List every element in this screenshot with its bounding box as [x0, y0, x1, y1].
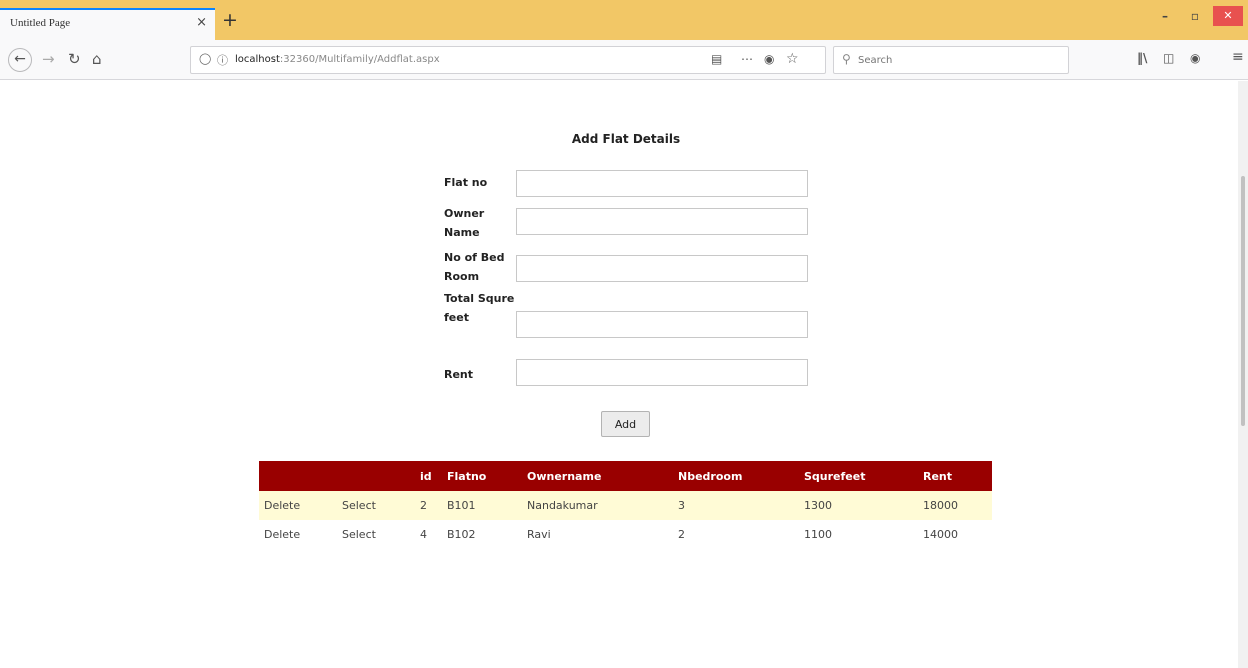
search-input[interactable] [858, 51, 1058, 69]
minimize-icon[interactable]: – [1155, 6, 1175, 26]
select-link-cell: Select [337, 520, 415, 549]
page-content: Add Flat Details Flat no Owner Name No o… [0, 81, 1238, 668]
star-icon[interactable]: ☆ [786, 51, 799, 67]
column-header-squrefeet: Squrefeet [799, 461, 918, 491]
reader-icon[interactable]: ▤ [711, 52, 722, 66]
url-host: localhost [235, 54, 280, 65]
owner-name-label: Owner Name [444, 207, 485, 239]
nbedroom-cell: 2 [673, 520, 799, 549]
select-link-cell: Select [337, 491, 415, 520]
account-icon[interactable]: ◉ [1190, 51, 1200, 65]
flatno-cell: B101 [442, 491, 522, 520]
close-tab-icon[interactable]: × [196, 15, 207, 30]
square-feet-input[interactable] [516, 311, 808, 338]
rent-cell: 14000 [918, 520, 992, 549]
more-icon[interactable]: ⋯ [741, 52, 753, 66]
browser-titlebar: Untitled Page × + – ▫ ✕ [0, 0, 1248, 40]
bedroom-label: No of Bed Room [444, 251, 505, 283]
flatno-cell: B102 [442, 520, 522, 549]
table-header-row: id Flatno Ownername Nbedroom Squrefeet R… [259, 461, 992, 491]
home-icon[interactable]: ⌂ [92, 50, 102, 68]
column-header-select [337, 461, 415, 491]
rent-input[interactable] [516, 359, 808, 386]
library-icon[interactable]: ‖\ [1137, 51, 1147, 65]
ownername-cell: Ravi [522, 520, 673, 549]
scrollbar-thumb[interactable] [1241, 176, 1245, 426]
browser-navbar: ← → ↻ ⌂ ◯ ⓘ localhost:32360/Multifamily/… [0, 40, 1248, 80]
id-cell: 2 [415, 491, 442, 520]
squrefeet-cell: 1300 [799, 491, 918, 520]
shield-icon[interactable]: ◯ [199, 52, 211, 65]
rent-label: Rent [444, 368, 474, 381]
close-window-icon[interactable]: ✕ [1213, 6, 1243, 26]
select-link[interactable]: Select [342, 528, 376, 541]
id-cell: 4 [415, 520, 442, 549]
flat-no-label: Flat no [444, 176, 488, 189]
search-bar[interactable]: ⚲ [833, 46, 1069, 74]
column-header-flatno: Flatno [442, 461, 522, 491]
rent-cell: 18000 [918, 491, 992, 520]
new-tab-icon[interactable]: + [222, 11, 238, 30]
delete-link[interactable]: Delete [264, 499, 300, 512]
url-text[interactable]: localhost:32360/Multifamily/Addflat.aspx [235, 54, 440, 65]
column-header-delete [259, 461, 337, 491]
table-row: Delete Select 2 B101 Nandakumar 3 1300 1… [259, 491, 992, 520]
square-feet-label: Total Squre feet [444, 292, 515, 324]
column-header-ownername: Ownername [522, 461, 673, 491]
column-header-rent: Rent [918, 461, 992, 491]
ownername-cell: Nandakumar [522, 491, 673, 520]
url-bar[interactable]: ◯ ⓘ localhost:32360/Multifamily/Addflat.… [190, 46, 826, 74]
info-icon[interactable]: ⓘ [217, 52, 228, 68]
reload-icon[interactable]: ↻ [68, 50, 81, 68]
delete-link-cell: Delete [259, 520, 337, 549]
page-title: Add Flat Details [571, 132, 681, 146]
add-button[interactable]: Add [601, 411, 650, 437]
flat-no-input[interactable] [516, 170, 808, 197]
browser-tab[interactable]: Untitled Page × [0, 8, 215, 40]
url-path: :32360/Multifamily/Addflat.aspx [279, 54, 440, 65]
forward-icon[interactable]: → [42, 50, 55, 68]
tab-title: Untitled Page [10, 17, 71, 29]
maximize-icon[interactable]: ▫ [1185, 6, 1205, 26]
owner-name-input[interactable] [516, 208, 808, 235]
nbedroom-cell: 3 [673, 491, 799, 520]
menu-icon[interactable]: ≡ [1232, 49, 1244, 65]
search-icon: ⚲ [842, 52, 851, 66]
bedroom-input[interactable] [516, 255, 808, 282]
delete-link[interactable]: Delete [264, 528, 300, 541]
page-scrollbar[interactable] [1238, 81, 1248, 668]
sidebar-icon[interactable]: ◫ [1163, 51, 1174, 65]
column-header-id: id [415, 461, 442, 491]
table-row: Delete Select 4 B102 Ravi 2 1100 14000 [259, 520, 992, 549]
delete-link-cell: Delete [259, 491, 337, 520]
flats-table: id Flatno Ownername Nbedroom Squrefeet R… [259, 461, 992, 549]
back-icon[interactable]: ← [8, 48, 32, 72]
select-link[interactable]: Select [342, 499, 376, 512]
pocket-icon[interactable]: ◉ [764, 52, 774, 66]
column-header-nbedroom: Nbedroom [673, 461, 799, 491]
squrefeet-cell: 1100 [799, 520, 918, 549]
